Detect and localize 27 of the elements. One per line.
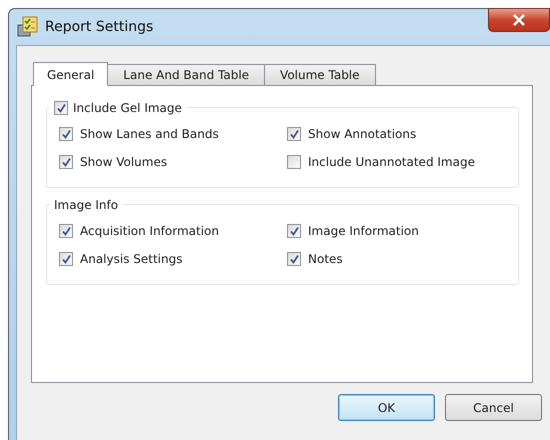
dialog-button[interactable]: OK xyxy=(338,394,435,421)
checkbox[interactable] xyxy=(59,252,73,266)
checkbox-label[interactable]: Image Information xyxy=(308,223,419,239)
checkbox[interactable] xyxy=(54,101,68,115)
checkbox-label[interactable]: Show Annotations xyxy=(308,126,416,142)
checkbox[interactable] xyxy=(59,224,73,238)
dialog-button[interactable]: Cancel xyxy=(445,394,542,421)
checkbox-label[interactable]: Show Lanes and Bands xyxy=(80,126,219,142)
checkbox[interactable] xyxy=(59,127,73,141)
checkbox-label[interactable]: Include Unannotated Image xyxy=(308,154,475,170)
checkbox-label[interactable]: Notes xyxy=(308,251,343,267)
checkbox[interactable] xyxy=(287,252,301,266)
close-icon xyxy=(512,14,526,26)
group-title: Image Info xyxy=(54,197,118,213)
tab[interactable]: General xyxy=(33,62,108,86)
checkbox[interactable] xyxy=(287,127,301,141)
checkbox[interactable] xyxy=(59,155,73,169)
checkbox[interactable] xyxy=(287,224,301,238)
tab[interactable]: Volume Table xyxy=(264,64,376,85)
tab[interactable]: Lane And Band Table xyxy=(107,64,266,85)
checkbox-label[interactable]: Show Volumes xyxy=(80,154,168,170)
checkbox[interactable] xyxy=(287,155,301,169)
close-button[interactable] xyxy=(488,8,550,32)
checkbox-label[interactable]: Acquisition Information xyxy=(80,223,220,239)
window-title: Report Settings xyxy=(45,19,154,35)
checkbox-label[interactable]: Analysis Settings xyxy=(80,251,182,267)
checklist-icon xyxy=(17,16,39,38)
